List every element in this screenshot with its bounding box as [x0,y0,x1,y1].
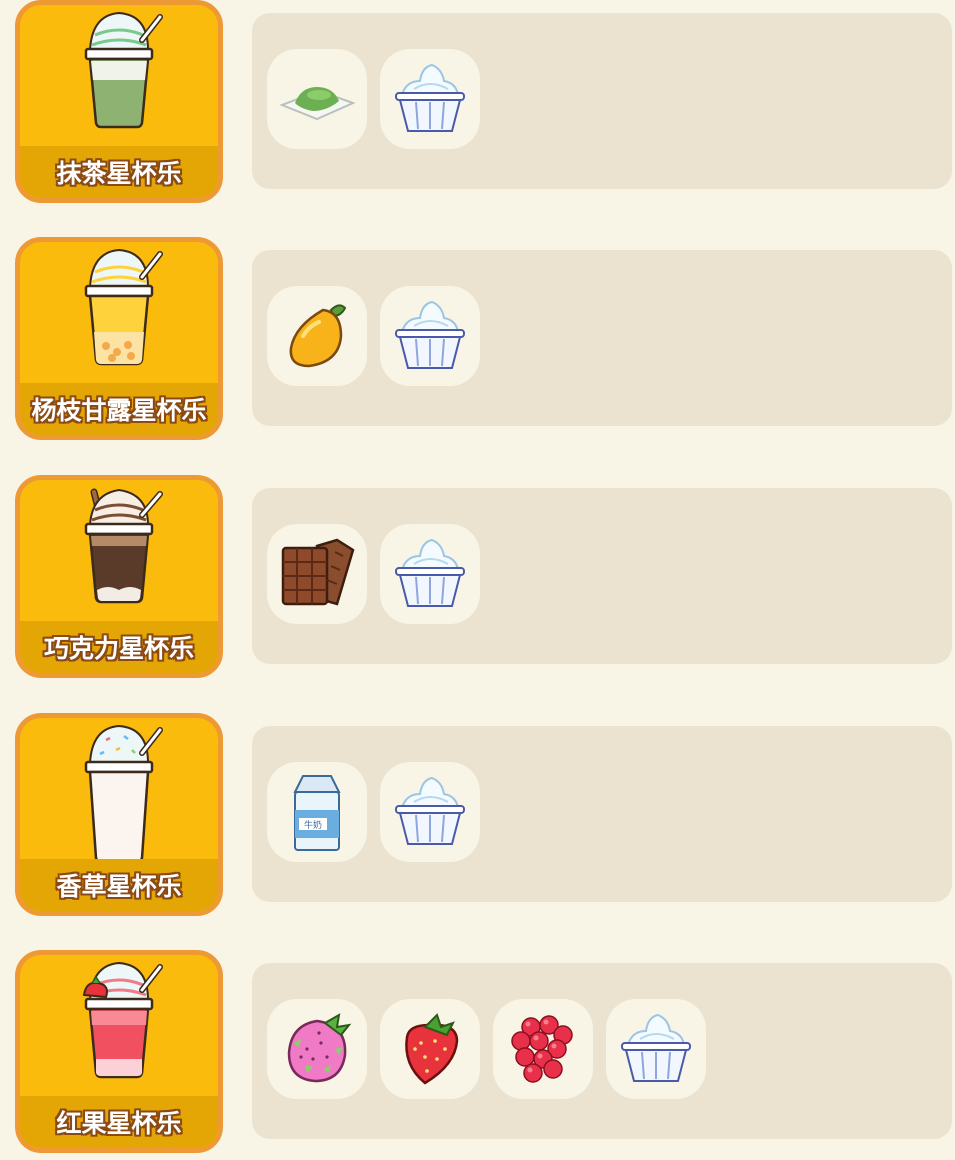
whipped-cream-cup-icon [395,63,465,132]
ingredient-slot-mango[interactable] [267,286,367,386]
drink-name-bar: 巧克力星杯乐 [20,621,218,673]
chocolate-bar-icon [281,538,355,606]
ingredient-slot-chocolate[interactable] [267,524,367,624]
matcha-frappe-icon [20,5,218,148]
recipe-row-chocolate: 巧克力星杯乐 [0,475,955,685]
whipped-cream-cup-icon [621,1013,691,1082]
drink-card-red-fruit[interactable]: 红果星杯乐 [15,950,223,1153]
ingredient-slot-strawberry[interactable] [380,999,480,1099]
drink-name-label: 抹茶星杯乐 [56,159,182,188]
milk-carton-text: 牛奶 [304,819,322,831]
ingredient-slot-whipped-cream[interactable] [606,999,706,1099]
recipe-row-red-fruit: 红果星杯乐 [0,950,955,1160]
ingredient-slot-dragon-fruit[interactable] [267,999,367,1099]
ingredient-slot-milk[interactable]: 牛奶 [267,762,367,862]
ingredient-slot-raspberry[interactable] [493,999,593,1099]
whipped-cream-cup-icon [395,538,465,607]
ingredient-slot-whipped-cream[interactable] [380,286,480,386]
ingredient-panel: 牛奶 [252,726,952,902]
ingredient-slot-whipped-cream[interactable] [380,49,480,149]
vanilla-frappe-icon [20,718,218,863]
ingredient-slot-matcha-powder[interactable] [267,49,367,149]
drink-card-chocolate[interactable]: 巧克力星杯乐 [15,475,223,678]
red-fruit-frappe-icon [20,955,218,1098]
recipe-row-matcha: 抹茶星杯乐 [0,0,955,210]
drink-name-bar: 抹茶星杯乐 [20,146,218,198]
drink-name-label: 红果星杯乐 [56,1109,182,1138]
ingredient-slot-whipped-cream[interactable] [380,762,480,862]
ingredient-panel [252,963,952,1139]
dragon-fruit-icon [287,1013,352,1083]
strawberry-icon [405,1013,459,1085]
drink-card-vanilla[interactable]: 香草星杯乐 [15,713,223,916]
drink-card-matcha[interactable]: 抹茶星杯乐 [15,0,223,203]
matcha-powder-icon [279,87,356,121]
ingredient-slot-whipped-cream[interactable] [380,524,480,624]
recipe-row-vanilla: 香草星杯乐 牛奶 [0,713,955,923]
milk-carton-icon: 牛奶 [293,775,341,851]
mango-frappe-icon [20,242,218,385]
drink-name-label: 香草星杯乐 [56,872,182,901]
whipped-cream-cup-icon [395,300,465,369]
drink-card-mango[interactable]: 杨枝甘露星杯乐 [15,237,223,440]
chocolate-frappe-icon [20,480,218,623]
drink-name-label: 巧克力星杯乐 [43,634,194,663]
ingredient-panel [252,13,952,189]
raspberry-icon [511,1015,573,1083]
ingredient-panel [252,250,952,426]
ingredient-panel [252,488,952,664]
recipe-row-mango: 杨枝甘露星杯乐 [0,237,955,447]
drink-name-bar: 杨枝甘露星杯乐 [20,383,218,435]
drink-name-bar: 香草星杯乐 [20,859,218,911]
drink-name-bar: 红果星杯乐 [20,1096,218,1148]
whipped-cream-cup-icon [395,776,465,845]
drink-name-label: 杨枝甘露星杯乐 [31,396,207,425]
mango-icon [289,304,347,368]
